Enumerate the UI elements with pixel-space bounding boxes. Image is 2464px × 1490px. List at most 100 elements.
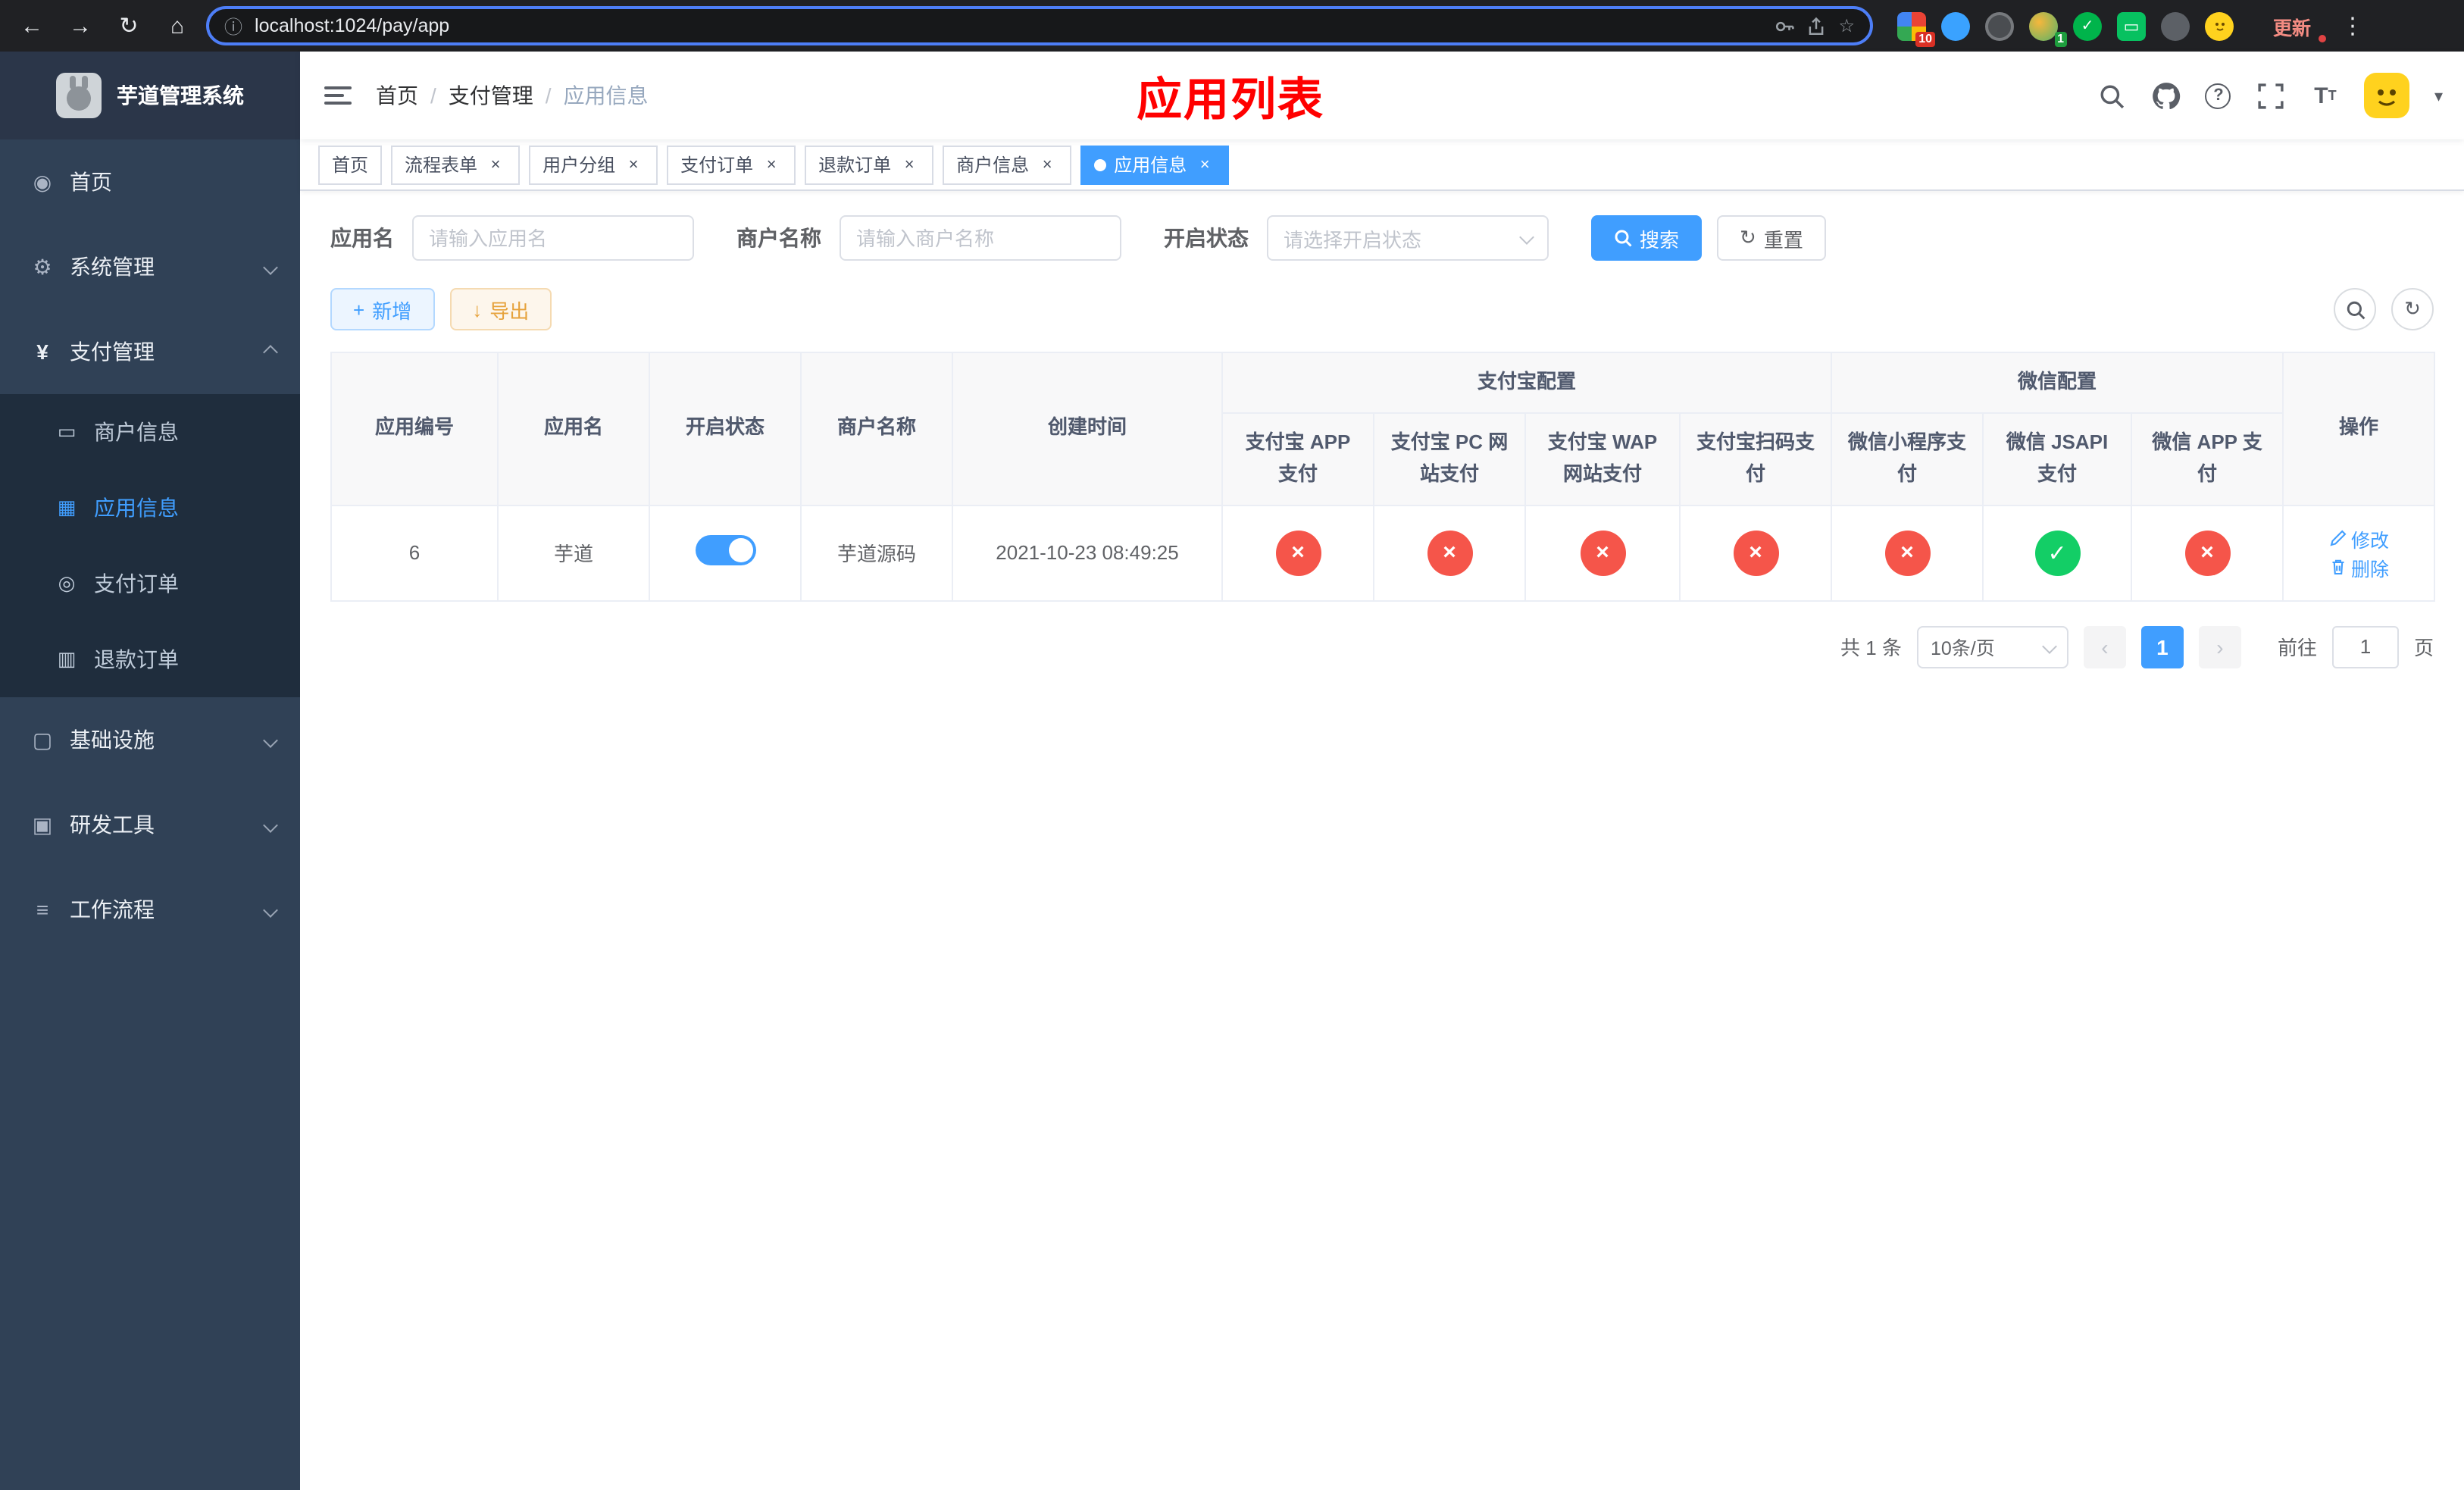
app-title: 芋道管理系统 (117, 83, 244, 108)
close-icon[interactable]: × (899, 154, 920, 175)
sidebar-collapse-icon[interactable] (324, 86, 352, 105)
forward-icon[interactable]: → (61, 6, 100, 45)
close-icon[interactable]: × (623, 154, 644, 175)
col-header-wx-jsapi: 微信 JSAPI 支付 (1982, 412, 2133, 506)
col-header-name: 应用名 (497, 352, 650, 506)
cell-status (649, 504, 802, 602)
group-header-wechat: 微信配置 (1831, 352, 2284, 414)
github-icon[interactable] (2151, 80, 2181, 111)
reset-button[interactable]: ↻ 重置 (1717, 215, 1826, 261)
chat-extension-icon[interactable]: ▭ (2117, 11, 2146, 40)
green-check-extension-icon[interactable]: ✓ (2073, 11, 2102, 40)
password-key-icon[interactable] (1775, 16, 1795, 36)
edit-link[interactable]: 修改 (2328, 524, 2389, 552)
app-name-input[interactable] (412, 215, 694, 261)
merchant-name-label: 商户名称 (736, 226, 821, 250)
alipay-app-status-icon: × (1275, 530, 1321, 576)
tab-home[interactable]: 首页 (318, 145, 383, 184)
cell-app-name: 芋道 (497, 504, 650, 602)
logo-avatar (56, 73, 102, 118)
close-icon[interactable]: × (1037, 154, 1058, 175)
infrastructure-icon: ▢ (32, 727, 53, 751)
address-bar[interactable]: ⓘ localhost:1024/pay/app ☆ (206, 6, 1873, 45)
delete-link[interactable]: 删除 (2328, 552, 2389, 581)
merchant-name-input[interactable] (840, 215, 1121, 261)
help-icon[interactable]: ? (2205, 83, 2231, 108)
url-text[interactable]: localhost:1024/pay/app (255, 15, 1762, 36)
user-avatar[interactable] (2364, 73, 2410, 118)
browser-menu-icon[interactable]: ⋮ (2332, 12, 2373, 39)
bookmark-star-icon[interactable]: ☆ (1838, 15, 1855, 36)
extension-grid-icon[interactable]: 10 (1897, 11, 1935, 46)
refresh-table-button[interactable]: ↻ (2391, 288, 2434, 330)
dark-extension-icon[interactable] (1985, 11, 2014, 40)
sidebar-item-refund-orders[interactable]: ▥ 退款订单 (0, 621, 300, 697)
profile-face-icon[interactable] (2205, 11, 2234, 40)
fullscreen-icon[interactable] (2256, 80, 2286, 111)
goto-page-input[interactable] (2331, 625, 2399, 668)
close-icon[interactable]: × (761, 154, 782, 175)
status-select[interactable]: 请选择开启状态 (1267, 215, 1549, 261)
app-logo[interactable]: 芋道管理系统 (0, 52, 300, 139)
sidebar-item-payment[interactable]: ¥ 支付管理 (0, 309, 300, 394)
enabled-toggle[interactable] (695, 535, 755, 566)
col-header-wx-mini: 微信小程序支付 (1831, 412, 1984, 506)
goto-label: 前往 (2277, 637, 2317, 660)
main-area: 首页 / 支付管理 / 应用信息 应用列表 ? T T ▾ 首页 流程表单 × … (300, 52, 2464, 1490)
browser-update-button[interactable]: 更新 (2261, 7, 2327, 45)
export-button[interactable]: ↓ 导出 (449, 288, 552, 330)
sidebar-item-pay-orders[interactable]: ◎ 支付订单 (0, 546, 300, 621)
tab-user-group[interactable]: 用户分组 × (529, 145, 658, 184)
page-number-1[interactable]: 1 (2140, 625, 2184, 668)
close-icon[interactable]: × (485, 154, 506, 175)
active-dot (1094, 158, 1107, 171)
app-name-label: 应用名 (330, 226, 394, 250)
toggle-search-button[interactable] (2334, 288, 2376, 330)
home-icon[interactable]: ⌂ (158, 6, 197, 45)
sidebar-item-workflow[interactable]: ≡ 工作流程 (0, 867, 300, 952)
reload-icon[interactable]: ↻ (109, 6, 149, 45)
alipay-pc-status-icon: × (1427, 530, 1472, 576)
tab-app-info[interactable]: 应用信息 × (1080, 145, 1230, 184)
page-size-select[interactable]: 10条/页 (1916, 625, 2068, 668)
breadcrumb-current: 应用信息 (563, 83, 649, 108)
back-icon[interactable]: ← (12, 6, 52, 45)
tab-pay-orders[interactable]: 支付订单 × (667, 145, 796, 184)
sidebar-item-dev-tools[interactable]: ▣ 研发工具 (0, 782, 300, 867)
status-label: 开启状态 (1164, 226, 1249, 250)
close-icon[interactable]: × (1194, 154, 1215, 175)
sidebar-item-infrastructure[interactable]: ▢ 基础设施 (0, 697, 300, 782)
avatar-extension-icon[interactable]: 1 (2029, 11, 2067, 46)
chevron-up-icon (263, 344, 278, 359)
site-info-icon[interactable]: ⓘ (224, 13, 242, 39)
tab-merchant-info[interactable]: 商户信息 × (943, 145, 1072, 184)
page-content: 应用名 商户名称 开启状态 请选择开启状态 (300, 191, 2464, 1490)
sidebar-item-system[interactable]: ⚙ 系统管理 (0, 224, 300, 309)
font-size-icon[interactable]: TT (2310, 80, 2340, 111)
chevron-down-icon (263, 732, 278, 747)
share-icon[interactable] (1806, 16, 1826, 36)
sidebar-item-merchant-info[interactable]: ▭ 商户信息 (0, 394, 300, 470)
yen-icon: ¥ (36, 340, 48, 364)
col-header-created: 创建时间 (952, 352, 1223, 506)
drop-extension-icon[interactable] (1941, 11, 1970, 40)
add-button[interactable]: + 新增 (330, 288, 435, 330)
next-page-button[interactable]: › (2198, 625, 2241, 668)
avatar-caret-icon[interactable]: ▾ (2434, 86, 2443, 105)
search-button[interactable]: 搜索 (1591, 215, 1703, 261)
order-icon: ◎ (58, 571, 76, 594)
breadcrumb-home[interactable]: 首页 (376, 80, 418, 111)
tab-process-form[interactable]: 流程表单 × (391, 145, 521, 184)
prev-page-button[interactable]: ‹ (2083, 625, 2126, 668)
wx-jsapi-status-icon: ✓ (2034, 530, 2081, 576)
search-icon[interactable] (2097, 80, 2127, 111)
sidebar-item-home[interactable]: ◉ 首页 (0, 139, 300, 224)
tab-refund-orders[interactable]: 退款订单 × (805, 145, 934, 184)
sidebar-item-app-info[interactable]: ▦ 应用信息 (0, 470, 300, 546)
col-header-status: 开启状态 (649, 352, 802, 506)
breadcrumb-payment[interactable]: 支付管理 (449, 80, 533, 111)
puzzle-extension-icon[interactable] (2161, 11, 2190, 40)
screen: ← → ↻ ⌂ ⓘ localhost:1024/pay/app ☆ 10 1 … (0, 0, 2464, 1490)
table-row: 6 芋道 芋道源码 2021-10-23 08:49:25 × × × × × (330, 504, 2436, 602)
cell-app-id: 6 (330, 504, 499, 602)
